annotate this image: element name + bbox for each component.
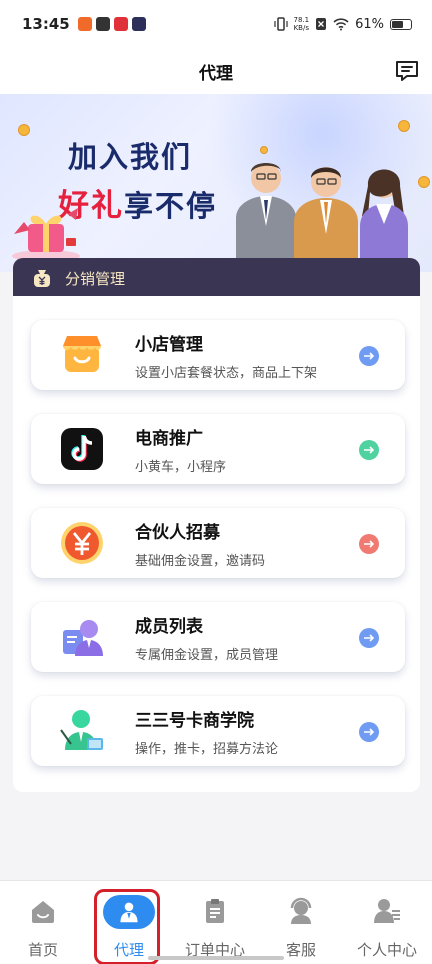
service-icon: [290, 897, 312, 924]
menu-item-subtitle: 小黄车，小程序: [135, 460, 227, 475]
menu-item-title: 电商推广: [135, 429, 203, 449]
menu-item-shop-management[interactable]: 小店管理 设置小店套餐状态，商品上下架: [31, 320, 405, 390]
banner-headline: 加入我们: [68, 140, 193, 174]
menu-item-subtitle: 专属佣金设置，成员管理: [135, 648, 279, 663]
sim-off-icon: [316, 18, 327, 30]
yuan-coin-icon: [61, 522, 103, 564]
menu-item-title: 合伙人招募: [135, 523, 220, 543]
menu-item-title: 成员列表: [135, 617, 203, 637]
notification-app-icon: [113, 17, 128, 31]
coin-icon: [18, 124, 30, 136]
distribution-panel-header: 分销管理: [13, 258, 420, 298]
panel-title: 分销管理: [65, 269, 126, 288]
tiktok-icon: [61, 428, 103, 470]
notification-app-icon: [95, 17, 110, 31]
home-indicator: [148, 956, 284, 960]
arrow-right-icon[interactable]: [359, 628, 379, 648]
coin-icon: [418, 176, 430, 188]
coin-icon: [398, 120, 410, 132]
distribution-panel: 小店管理 设置小店套餐状态，商品上下架 电商推广 小黄车，小程序 合伙人招募 基…: [13, 296, 420, 792]
money-bag-icon: [34, 270, 50, 287]
nav-label: 首页: [27, 941, 58, 959]
banner-subheadline-rest: 享不停: [124, 189, 218, 223]
order-icon: [206, 899, 224, 923]
nav-item-orders[interactable]: 订单中心: [172, 881, 258, 964]
status-indicators: 78.1 KB/s 61%: [273, 16, 412, 32]
net-speed: 78.1 KB/s: [294, 16, 310, 32]
battery-percent: 61%: [355, 16, 384, 32]
nav-item-profile[interactable]: 个人中心: [344, 881, 430, 964]
arrow-right-icon[interactable]: [359, 534, 379, 554]
menu-item-subtitle: 操作，推卡，招募方法论: [135, 742, 279, 757]
menu-item-member-list[interactable]: 成员列表 专属佣金设置，成员管理: [31, 602, 405, 672]
nav-item-home[interactable]: 首页: [0, 881, 86, 964]
notification-app-icon: [131, 17, 146, 31]
bottom-nav: 首页 代理 订单中心 客服 个人中心: [0, 880, 432, 964]
teacher-icon: [60, 710, 103, 750]
arrow-right-icon[interactable]: [359, 722, 379, 742]
nav-label: 个人中心: [356, 941, 417, 959]
status-time: 13:45: [22, 15, 70, 33]
arrow-right-icon[interactable]: [359, 440, 379, 460]
message-icon[interactable]: [394, 58, 420, 84]
battery-icon: [390, 18, 412, 30]
nav-item-service[interactable]: 客服: [258, 881, 344, 964]
app-header: 代理: [0, 48, 432, 94]
shop-icon: [63, 336, 101, 372]
nav-highlight-box: [94, 889, 160, 964]
menu-item-ecommerce-promotion[interactable]: 电商推广 小黄车，小程序: [31, 414, 405, 484]
notification-app-icon: [77, 17, 92, 31]
member-icon: [63, 620, 103, 656]
business-people-illustration: [236, 163, 408, 272]
menu-item-subtitle: 设置小店套餐状态，商品上下架: [135, 366, 318, 381]
menu-item-title: 小店管理: [135, 335, 203, 355]
menu-item-partner-recruitment[interactable]: 合伙人招募 基础佣金设置，邀请码: [31, 508, 405, 578]
status-bar: 13:45 78.1 KB/s 61%: [0, 0, 432, 48]
menu-item-business-academy[interactable]: 三三号卡商学院 操作，推卡，招募方法论: [31, 696, 405, 766]
coin-icon: [260, 146, 268, 154]
wifi-icon: [333, 18, 349, 31]
promo-banner[interactable]: 加入我们 好礼享不停: [0, 94, 432, 272]
home-icon: [32, 901, 54, 923]
net-speed-unit: KB/s: [293, 24, 309, 32]
net-speed-value: 78.1: [293, 16, 310, 24]
profile-icon: [374, 899, 400, 923]
gift-illustration: [12, 208, 80, 262]
page-title: 代理: [199, 63, 233, 84]
menu-item-title: 三三号卡商学院: [135, 711, 254, 731]
vibrate-icon: [273, 17, 288, 31]
arrow-right-icon[interactable]: [359, 346, 379, 366]
menu-item-subtitle: 基础佣金设置，邀请码: [135, 554, 266, 569]
